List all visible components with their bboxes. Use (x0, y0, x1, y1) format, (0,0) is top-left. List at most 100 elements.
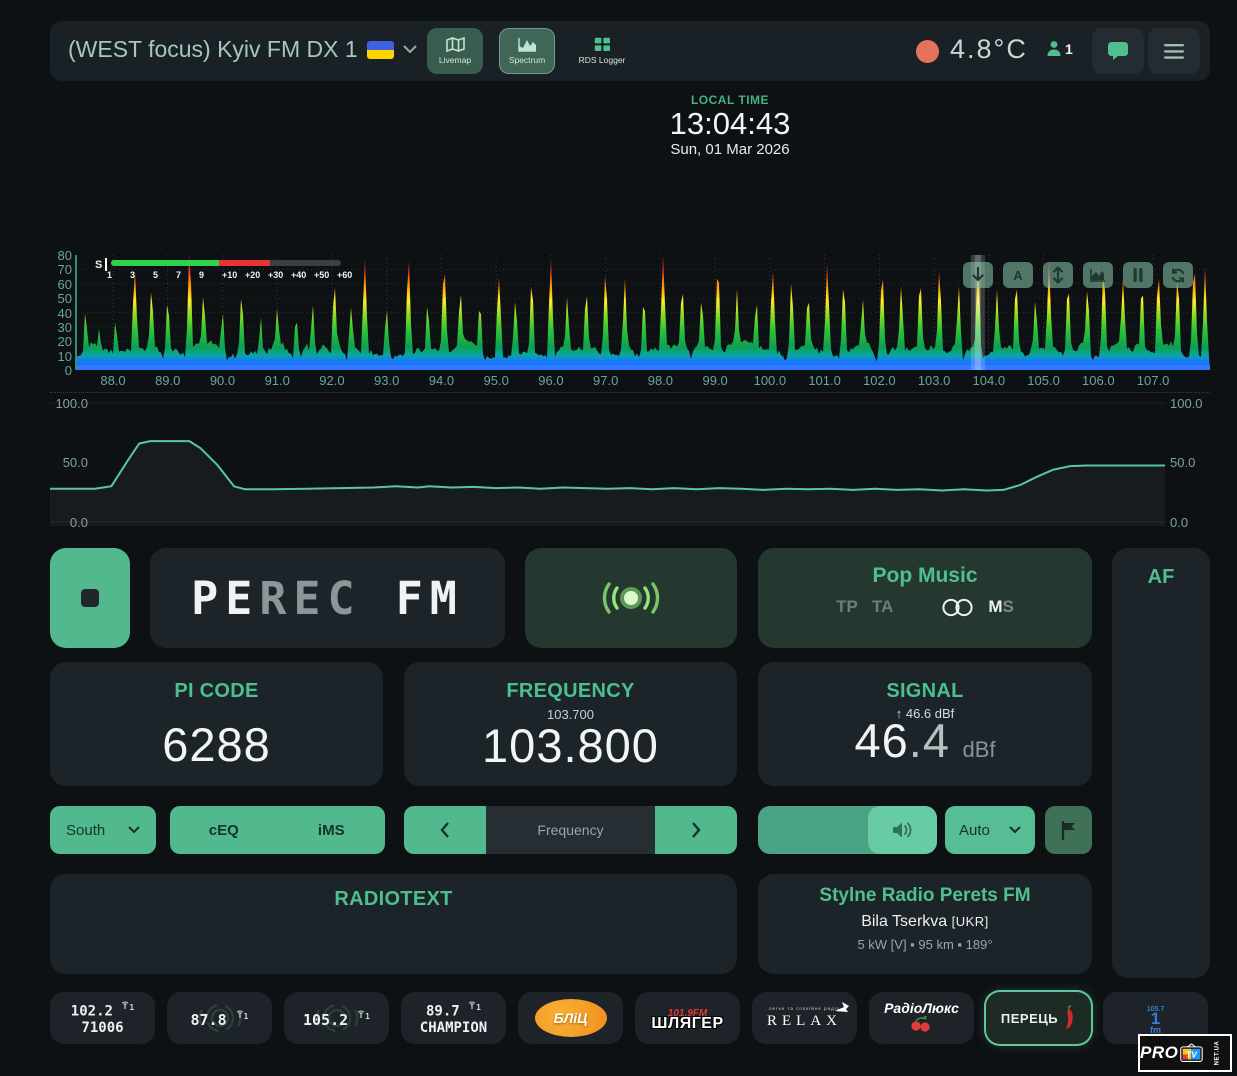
spectrum-x-tick: 104.0 (969, 373, 1009, 388)
map-icon (446, 37, 465, 52)
spectrum-label: Spectrum (509, 55, 545, 65)
spectrum-x-tick: 91.0 (257, 373, 297, 388)
flag-button[interactable] (1045, 806, 1092, 854)
listeners: 1 (1046, 40, 1073, 57)
chevron-down-icon (128, 826, 140, 834)
spectrum-x-tick: 92.0 (312, 373, 352, 388)
s-meter-bar (111, 260, 341, 266)
livemap-button[interactable]: Livemap (427, 28, 483, 74)
s-meter-tick: +30 (268, 270, 283, 280)
server-title[interactable]: (WEST focus) Kyiv FM DX 1 (68, 36, 358, 63)
frequency-input[interactable]: Frequency (486, 806, 655, 854)
tune-down-button[interactable] (404, 806, 486, 854)
spectrum-x-tick: 98.0 (640, 373, 680, 388)
temperature: 4.8°C (950, 34, 1028, 65)
pause-button[interactable] (1123, 262, 1153, 288)
frequency-label: FREQUENCY (404, 680, 737, 703)
resize-vertical-button[interactable] (1043, 262, 1073, 288)
local-time-block: LOCAL TIME 13:04:43 Sun, 01 Mar 2026 (670, 93, 791, 158)
tune-up-button[interactable] (655, 806, 737, 854)
ceq-button[interactable]: cEQ (170, 822, 278, 839)
volume-slider[interactable] (758, 806, 937, 854)
station-preset-blits[interactable]: БЛіЦ (518, 992, 623, 1044)
spectrum-button[interactable]: Spectrum (499, 28, 555, 74)
af-label: AF (1112, 566, 1210, 589)
s-meter-tick: 9 (199, 270, 204, 280)
s-meter-tick: +50 (314, 270, 329, 280)
history-y-tick: 0.0 (40, 515, 88, 530)
spectrum-x-tick: 105.0 (1024, 373, 1064, 388)
chevron-down-icon (1009, 826, 1021, 834)
mode-value: Auto (959, 822, 990, 839)
spectrum-y-tick: 80 (48, 248, 72, 263)
signal-value: 46.4 dBf (758, 713, 1092, 768)
refresh-button[interactable] (1163, 262, 1193, 288)
eq-ims-toggle: cEQ iMS (170, 806, 385, 854)
s-meter-tick: +20 (245, 270, 260, 280)
spectrum-y-tick: 70 (48, 262, 72, 277)
spectrum-y-tick: 60 (48, 277, 72, 292)
listener-count: 1 (1065, 41, 1073, 57)
s-meter-tick: 1 (107, 270, 112, 280)
chat-icon (1107, 41, 1129, 61)
station-preset-relax[interactable]: легке та спокійне радіо RELAX (752, 992, 857, 1044)
radiotext-panel: RADIOTEXT (50, 874, 737, 974)
record-stop-button[interactable] (50, 548, 130, 648)
s-meter-tick: 5 (153, 270, 158, 280)
ps-name: PEREC FM (191, 572, 464, 625)
chart-style-button[interactable] (1083, 262, 1113, 288)
spectrum-x-tick: 101.0 (805, 373, 845, 388)
s-meter-tick: +40 (291, 270, 306, 280)
ims-button[interactable]: iMS (278, 822, 386, 839)
spectrum-x-tick: 107.0 (1133, 373, 1173, 388)
s-meter-tick: 7 (176, 270, 181, 280)
chevron-right-icon (691, 821, 701, 839)
weather-icon (916, 40, 939, 63)
spectrum-x-tick: 103.0 (914, 373, 954, 388)
spectrum-y-tick: 10 (48, 349, 72, 364)
station-preset-perets[interactable]: ПЕРЕЦЬ (986, 992, 1091, 1044)
pi-code-value: 6288 (50, 717, 383, 772)
station-preset-freq-rings-105.2[interactable]: 105.2 1 (284, 992, 389, 1044)
history-y-tick: 50.0 (40, 455, 88, 470)
station-preset-text-two[interactable]: 102.2 171006 (50, 992, 155, 1044)
station-preset-strip: 102.2 17100687.8 1105.2 189.7 1CHAMPION … (50, 992, 1210, 1044)
spectrum-y-tick: 0 (48, 363, 72, 378)
rds-logger-button[interactable]: RDS Logger (571, 28, 633, 74)
flag-icon (1061, 821, 1077, 840)
mode-select[interactable]: Auto (945, 806, 1035, 854)
livemap-label: Livemap (439, 55, 471, 65)
arrow-down-button[interactable] (963, 262, 993, 288)
tx-details: 5 kW [V] ▪ 95 km ▪ 189° (758, 937, 1092, 952)
autoscale-button[interactable]: A (1003, 262, 1033, 288)
ps-name-panel: PEREC FM (150, 548, 505, 648)
history-y-tick: 100.0 (40, 396, 88, 411)
spectrum-x-tick: 96.0 (531, 373, 571, 388)
frequency-value[interactable]: 103.800 (404, 718, 737, 773)
stereo-circles-icon (941, 598, 974, 617)
antenna-value: South (66, 822, 105, 839)
spectrum-x-tick: 90.0 (202, 373, 242, 388)
ukraine-flag-icon (367, 41, 394, 59)
station-preset-freq-rings-87.8[interactable]: 87.8 1 (167, 992, 272, 1044)
chevron-left-icon (440, 821, 450, 839)
chevron-down-icon[interactable] (403, 45, 417, 54)
local-time-value: 13:04:43 (670, 107, 791, 141)
speaker-icon (892, 821, 914, 839)
station-preset-text-two[interactable]: 89.7 1CHAMPION (401, 992, 506, 1044)
spectrum-toolbar: A (963, 262, 1203, 288)
spectrum-y-tick: 20 (48, 334, 72, 349)
spectrum-x-tick: 106.0 (1078, 373, 1118, 388)
fm-dx-webserver-app: (WEST focus) Kyiv FM DX 1 Livemap Spectr… (0, 0, 1237, 1076)
s-meter-label: S (95, 259, 102, 271)
antenna-select[interactable]: South (50, 806, 156, 854)
chat-button[interactable] (1092, 28, 1144, 74)
station-preset-lux[interactable]: РадіоЛюкс (869, 992, 974, 1044)
s-meter-tick: +10 (222, 270, 237, 280)
station-preset-shlyager[interactable]: 101.9FM ШЛЯГЕР (635, 992, 740, 1044)
protv-watermark: PRO TV NET.UA (1138, 1034, 1232, 1072)
tx-info-panel: Stylne Radio Perets FM Bila Tserkva [UKR… (758, 874, 1092, 974)
tx-name: Stylne Radio Perets FM (758, 885, 1092, 907)
menu-button[interactable] (1148, 28, 1200, 74)
signal-history-chart (50, 393, 1165, 533)
